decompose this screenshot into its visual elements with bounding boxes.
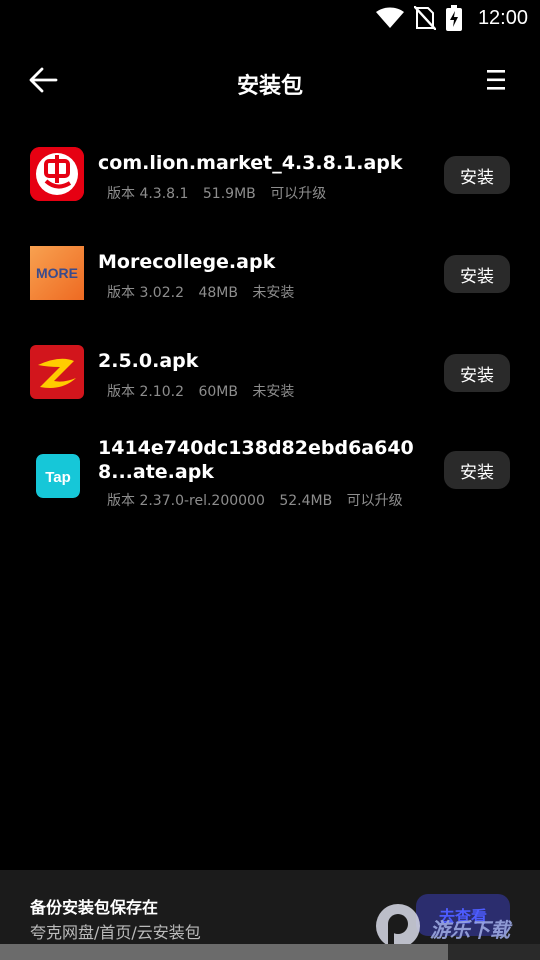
- swoosh-icon: [30, 345, 84, 399]
- screen: 12:00 安装包 com.lion.market_4.3.8.1.apk 版本…: [0, 0, 540, 960]
- install-button[interactable]: 安装: [444, 451, 510, 489]
- list-item[interactable]: com.lion.market_4.3.8.1.apk 版本 4.3.8.1 5…: [0, 127, 540, 226]
- app-meta: 版本 4.3.8.1 51.9MB 可以升级: [107, 183, 336, 203]
- watermark-text: 游乐下载: [430, 917, 510, 942]
- status-time: 12:00: [477, 6, 528, 29]
- app-header: 安装包: [0, 56, 540, 108]
- app-name: 2.5.0.apk: [98, 350, 199, 372]
- status-icons: 12:00: [375, 5, 528, 31]
- package-list: com.lion.market_4.3.8.1.apk 版本 4.3.8.1 5…: [0, 127, 540, 536]
- navigation-bar: [0, 944, 448, 960]
- more-icon-text: MORE: [36, 265, 78, 281]
- install-button[interactable]: 安装: [444, 255, 510, 293]
- app-size: 51.9MB: [202, 186, 256, 202]
- app-version: 版本 2.37.0-rel.200000: [107, 493, 265, 509]
- app-meta: 版本 3.02.2 48MB 未安装: [107, 282, 304, 302]
- app-size: 52.4MB: [279, 493, 333, 509]
- app-version: 版本 3.02.2: [107, 285, 184, 301]
- no-sim-icon: [413, 6, 436, 30]
- battery-charging-icon: [445, 5, 462, 31]
- app-size: 48MB: [198, 285, 238, 301]
- app-meta: 版本 2.37.0-rel.200000 52.4MB 可以升级: [107, 490, 413, 510]
- chong-icon: [30, 147, 84, 201]
- app-name: Morecollege.apk: [98, 251, 276, 273]
- app-name: com.lion.market_4.3.8.1.apk: [98, 152, 403, 174]
- install-button[interactable]: 安装: [444, 354, 510, 392]
- app-status: 可以升级: [270, 186, 327, 202]
- app-version: 版本 4.3.8.1: [107, 186, 189, 202]
- menu-icon: [485, 69, 507, 95]
- tap-icon: Tap: [36, 454, 80, 498]
- backup-title: 备份安装包保存在: [30, 898, 159, 917]
- app-status: 可以升级: [346, 493, 403, 509]
- backup-path: 夸克网盘/首页/云安装包: [30, 923, 201, 942]
- navigation-bar-end: [448, 944, 540, 960]
- list-item[interactable]: MORE Morecollege.apk 版本 3.02.2 48MB 未安装 …: [0, 226, 540, 325]
- app-status: 未安装: [252, 285, 295, 301]
- app-name: 1414e740dc138d82ebd6a6408...ate.apk: [98, 437, 414, 483]
- more-icon: MORE: [30, 246, 84, 300]
- page-title: 安装包: [236, 74, 303, 99]
- status-bar: 12:00: [0, 0, 540, 36]
- install-button[interactable]: 安装: [444, 156, 510, 194]
- wifi-icon: [375, 7, 404, 29]
- list-item[interactable]: 2.5.0.apk 版本 2.10.2 60MB 未安装 安装: [0, 325, 540, 424]
- tap-icon-text: Tap: [45, 469, 71, 486]
- app-status: 未安装: [252, 384, 295, 400]
- menu-button[interactable]: [482, 66, 510, 98]
- app-meta: 版本 2.10.2 60MB 未安装: [107, 381, 304, 401]
- app-version: 版本 2.10.2: [107, 384, 184, 400]
- app-size: 60MB: [198, 384, 238, 400]
- list-item[interactable]: Tap 1414e740dc138d82ebd6a6408...ate.apk …: [0, 424, 540, 536]
